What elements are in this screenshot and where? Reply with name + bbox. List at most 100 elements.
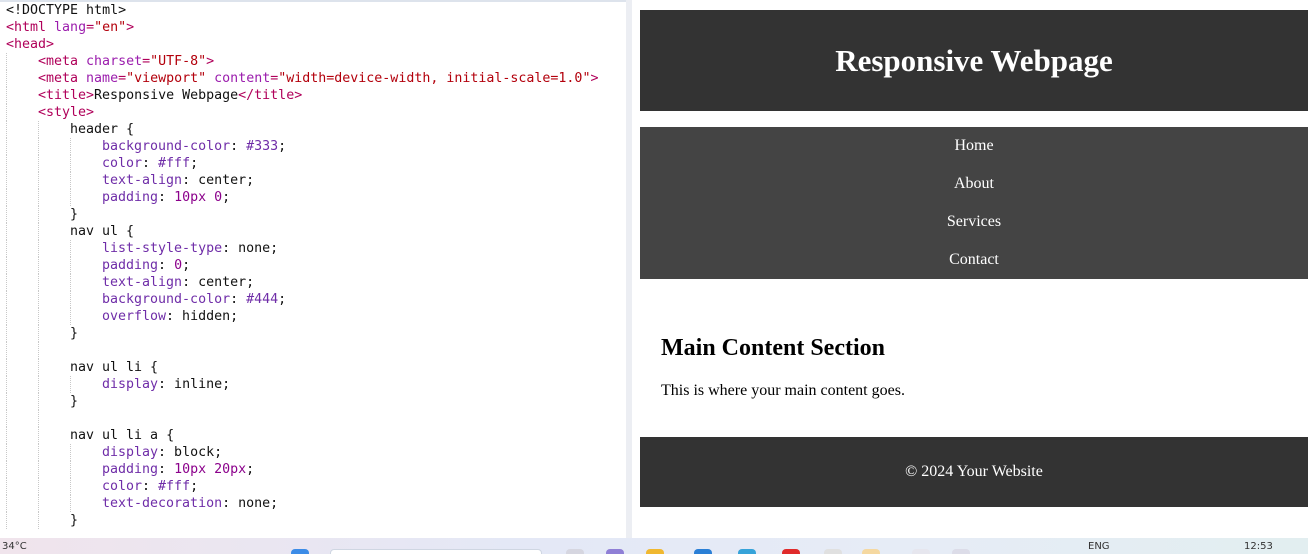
code-token: : — [230, 139, 247, 154]
code-line[interactable]: nav ul { — [0, 223, 626, 240]
folder-icon[interactable] — [646, 549, 664, 554]
code-token: charset — [86, 54, 143, 69]
code-token: ; — [278, 139, 287, 154]
preview-nav: Home About Services Contact — [640, 127, 1308, 279]
indent-guide — [6, 444, 7, 461]
indent-guide — [70, 189, 71, 206]
code-token: = — [142, 54, 151, 69]
code-line[interactable]: background-color: #444; — [0, 291, 626, 308]
indent-guide — [6, 257, 7, 274]
code-token: ; — [278, 292, 287, 307]
app-icon[interactable] — [606, 549, 624, 554]
code-token: #444 — [246, 292, 279, 307]
code-token: padding — [102, 462, 159, 477]
code-line[interactable]: } — [0, 393, 626, 410]
app-icon-3[interactable] — [912, 549, 930, 554]
preview-header: Responsive Webpage — [640, 10, 1308, 111]
code-line[interactable]: header { — [0, 121, 626, 138]
code-line[interactable]: color: #fff; — [0, 478, 626, 495]
code-line[interactable] — [0, 410, 626, 427]
code-line[interactable]: } — [0, 325, 626, 342]
code-line[interactable]: padding: 10px 0; — [0, 189, 626, 206]
indent-guide — [70, 172, 71, 189]
code-line[interactable]: padding: 0; — [0, 257, 626, 274]
indent-guide — [38, 155, 39, 172]
code-line[interactable]: } — [0, 206, 626, 223]
code-token: <style> — [38, 105, 95, 120]
code-line[interactable]: <html lang="en"> — [0, 19, 626, 36]
search-box[interactable] — [330, 549, 542, 554]
clock[interactable]: 12:53 — [1244, 541, 1273, 552]
active-app-icon[interactable] — [862, 549, 880, 554]
code-token: background-color — [102, 292, 231, 307]
code-token: ; — [190, 479, 199, 494]
browser-icon[interactable] — [738, 549, 756, 554]
indent-guide — [6, 325, 7, 342]
code-token: } — [70, 326, 79, 341]
indent-guide — [38, 461, 39, 478]
indent-guide — [6, 172, 7, 189]
indent-guide — [6, 274, 7, 291]
indent-guide — [38, 427, 39, 444]
indent-guide — [38, 342, 39, 359]
code-line[interactable]: padding: 10px 20px; — [0, 461, 626, 478]
code-token: ; — [222, 190, 231, 205]
preview-main: Main Content Section This is where your … — [661, 335, 1281, 400]
nav-link-home[interactable]: Home — [640, 127, 1308, 165]
start-icon[interactable] — [291, 549, 309, 554]
code-line[interactable]: <meta charset="UTF-8"> — [0, 53, 626, 70]
nav-link-about[interactable]: About — [640, 165, 1308, 203]
code-line[interactable]: nav ul li { — [0, 359, 626, 376]
code-token: : center; — [182, 173, 255, 188]
code-line[interactable]: <meta name="viewport" content="width=dev… — [0, 70, 626, 87]
code-token: > — [206, 54, 215, 69]
code-line[interactable]: text-align: center; — [0, 172, 626, 189]
task-view-icon[interactable] — [566, 549, 584, 554]
code-line[interactable]: display: block; — [0, 444, 626, 461]
code-line[interactable]: <head> — [0, 36, 626, 53]
indent-guide — [6, 308, 7, 325]
app-icon-4[interactable] — [952, 549, 970, 554]
weather-text[interactable]: 34°C — [2, 541, 27, 552]
code-line[interactable]: <title>Responsive Webpage</title> — [0, 87, 626, 104]
code-token: "width=device-width, initial-scale=1.0" — [278, 71, 591, 86]
code-token: padding — [102, 258, 159, 273]
code-token: display — [102, 445, 159, 460]
indent-guide — [38, 223, 39, 240]
indent-guide — [38, 274, 39, 291]
indent-guide — [38, 308, 39, 325]
code-line[interactable]: } — [0, 512, 626, 529]
code-editor[interactable]: <!DOCTYPE html> <html lang="en"> <head> <me… — [0, 0, 626, 538]
code-token: : center; — [182, 275, 255, 290]
code-line[interactable]: background-color: #333; — [0, 138, 626, 155]
indent-guide — [6, 206, 7, 223]
nav-link-services[interactable]: Services — [640, 203, 1308, 241]
indent-guide — [38, 240, 39, 257]
indent-guide — [38, 138, 39, 155]
taskbar: 34°C ENG 12:53 — [0, 538, 1308, 554]
indent-guide — [70, 376, 71, 393]
code-token: Responsive Webpage — [94, 88, 239, 103]
nav-link-contact[interactable]: Contact — [640, 241, 1308, 279]
language-indicator[interactable]: ENG — [1088, 541, 1110, 552]
preview-header-title: Responsive Webpage — [835, 42, 1113, 78]
media-icon[interactable] — [782, 549, 800, 554]
code-line[interactable]: color: #fff; — [0, 155, 626, 172]
code-line[interactable]: text-align: center; — [0, 274, 626, 291]
code-line[interactable]: text-decoration: none; — [0, 495, 626, 512]
indent-guide — [6, 53, 7, 70]
code-line[interactable]: display: inline; — [0, 376, 626, 393]
code-line[interactable]: list-style-type: none; — [0, 240, 626, 257]
code-line[interactable]: nav ul li a { — [0, 427, 626, 444]
main-heading: Main Content Section — [661, 335, 885, 361]
code-line[interactable] — [0, 342, 626, 359]
indent-guide — [38, 206, 39, 223]
code-line[interactable]: <!DOCTYPE html> — [0, 2, 626, 19]
code-line[interactable]: overflow: hidden; — [0, 308, 626, 325]
store-icon[interactable] — [694, 549, 712, 554]
indent-guide — [6, 121, 7, 138]
code-line[interactable]: <style> — [0, 104, 626, 121]
code-token: color — [102, 156, 143, 171]
code-token: } — [70, 513, 79, 528]
app-icon-2[interactable] — [824, 549, 842, 554]
